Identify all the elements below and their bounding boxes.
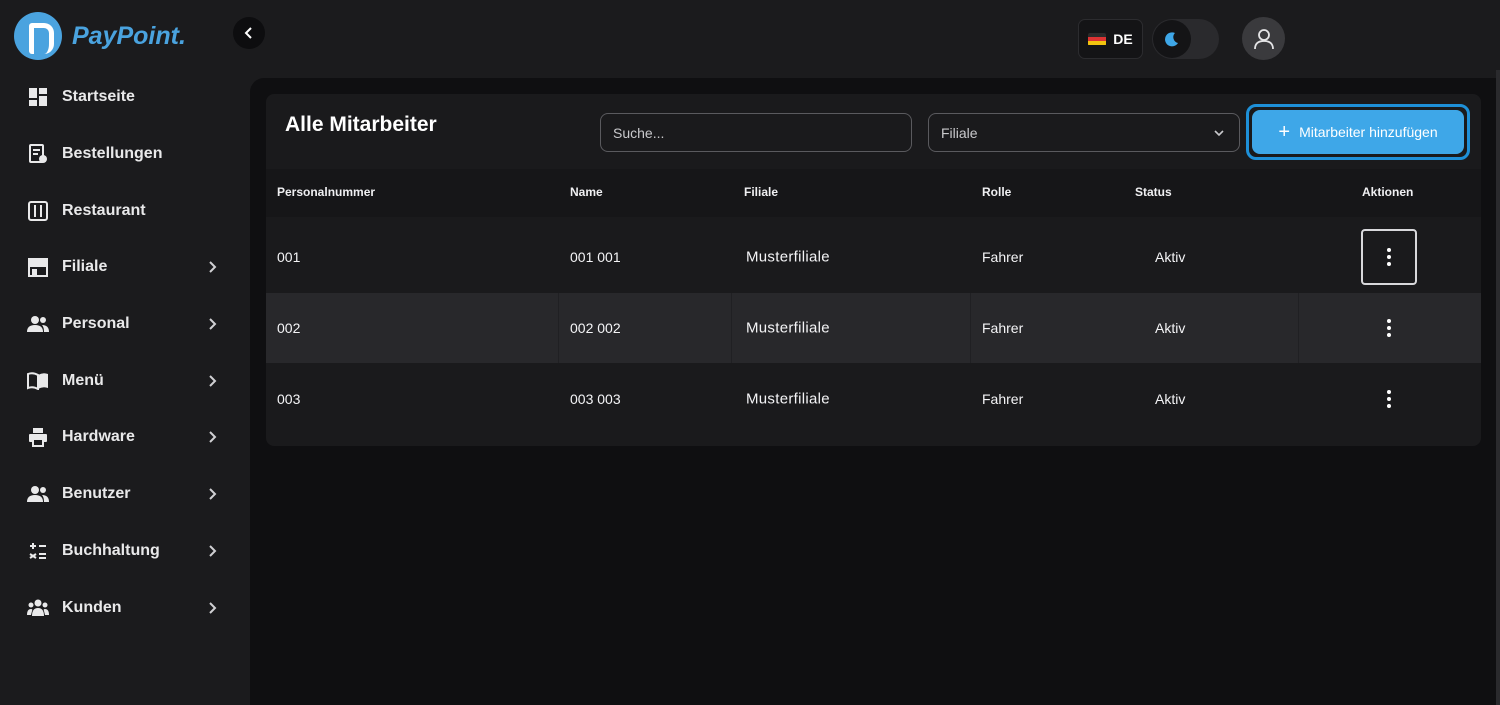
column-header-rolle[interactable]: Rolle <box>982 185 1011 199</box>
chevron-right-icon <box>209 601 217 614</box>
more-vertical-icon <box>1387 319 1391 337</box>
paypoint-logo-icon <box>14 12 62 60</box>
sidebar-item-menu[interactable]: Menü <box>0 352 250 409</box>
sidebar-item-buchhaltung[interactable]: Buchhaltung <box>0 523 250 580</box>
search-input[interactable] <box>600 113 912 152</box>
cell-status: Aktiv <box>1155 249 1186 265</box>
user-icon <box>1253 28 1274 49</box>
chevron-left-icon <box>244 27 252 39</box>
language-selector[interactable]: DE <box>1078 19 1143 59</box>
chevron-right-icon <box>209 318 217 330</box>
theme-toggle[interactable] <box>1152 19 1219 59</box>
add-employee-button[interactable]: + Mitarbeiter hinzufügen <box>1252 110 1464 154</box>
accounting-icon <box>27 540 49 562</box>
sidebar-item-label: Restaurant <box>62 201 146 219</box>
sidebar-item-label: Buchhaltung <box>62 541 160 559</box>
add-employee-button-focus-ring: + Mitarbeiter hinzufügen <box>1246 104 1470 160</box>
add-employee-label: Mitarbeiter hinzufügen <box>1299 124 1438 140</box>
sidebar-item-startseite[interactable]: Startseite <box>0 69 250 126</box>
column-header-status[interactable]: Status <box>1135 185 1172 199</box>
cell-personalnummer: 003 <box>277 391 301 407</box>
sidebar-item-label: Personal <box>62 315 130 333</box>
cell-filiale: Musterfiliale <box>746 390 830 408</box>
sidebar-item-label: Bestellungen <box>62 145 163 163</box>
column-divider <box>1298 293 1299 363</box>
page-title: Alle Mitarbeiter <box>285 113 437 136</box>
menu-book-icon <box>27 370 49 392</box>
chevron-right-icon <box>209 375 217 387</box>
german-flag-icon <box>1088 32 1107 46</box>
column-divider <box>558 293 559 363</box>
sidebar-item-label: Benutzer <box>62 485 131 503</box>
chevron-right-icon <box>209 545 217 557</box>
row-actions-button[interactable] <box>1361 300 1417 356</box>
sidebar-nav: Startseite Bestellungen Restaurant Filia… <box>0 69 250 636</box>
sidebar-item-restaurant[interactable]: Restaurant <box>0 182 250 239</box>
plus-icon: + <box>1278 121 1291 143</box>
chevron-right-icon <box>209 431 217 444</box>
user-avatar-button[interactable] <box>1242 17 1285 60</box>
cell-rolle: Fahrer <box>982 320 1024 336</box>
chevron-right-icon <box>209 488 217 500</box>
table-row[interactable]: 003 003 003 Musterfiliale Fahrer Aktiv <box>266 364 1481 434</box>
restaurant-icon <box>27 200 49 222</box>
cell-name: 002 002 <box>570 320 621 336</box>
sidebar-item-label: Menü <box>62 371 104 389</box>
sidebar-item-hardware[interactable]: Hardware <box>0 409 250 466</box>
table-row[interactable]: 002 002 002 Musterfiliale Fahrer Aktiv <box>266 293 1481 363</box>
sidebar-item-bestellungen[interactable]: Bestellungen <box>0 126 250 183</box>
sidebar-item-personal[interactable]: Personal <box>0 296 250 353</box>
sidebar-item-label: Kunden <box>62 598 122 616</box>
theme-toggle-knob <box>1153 20 1191 58</box>
sidebar-item-label: Filiale <box>62 258 108 276</box>
column-header-aktionen: Aktionen <box>1362 185 1414 199</box>
cell-filiale: Musterfiliale <box>746 248 830 266</box>
cell-name: 001 001 <box>570 249 621 265</box>
row-actions-button[interactable] <box>1361 371 1417 427</box>
column-divider <box>731 293 732 363</box>
people-icon <box>27 313 49 335</box>
logo[interactable]: PayPoint. <box>14 12 186 60</box>
chevron-right-icon <box>209 261 217 274</box>
more-vertical-icon <box>1387 390 1391 408</box>
cell-personalnummer: 002 <box>277 320 301 336</box>
brand-name: PayPoint. <box>72 21 186 50</box>
table-row[interactable]: 001 001 001 Musterfiliale Fahrer Aktiv <box>266 222 1481 292</box>
sidebar-item-kunden[interactable]: Kunden <box>0 579 250 636</box>
cell-rolle: Fahrer <box>982 391 1024 407</box>
cell-filiale: Musterfiliale <box>746 319 830 337</box>
column-header-personalnummer[interactable]: Personalnummer <box>277 185 375 199</box>
customers-icon <box>27 597 49 619</box>
sidebar-item-filiale[interactable]: Filiale <box>0 239 250 296</box>
branch-filter-select[interactable]: Filiale <box>928 113 1240 152</box>
branch-filter-value: Filiale <box>941 124 978 141</box>
users-icon <box>27 483 49 505</box>
sidebar-collapse-button[interactable] <box>233 17 265 49</box>
sidebar-item-label: Hardware <box>62 428 135 446</box>
moon-icon <box>1165 32 1178 47</box>
column-header-name[interactable]: Name <box>570 185 603 199</box>
sidebar-item-benutzer[interactable]: Benutzer <box>0 466 250 523</box>
orders-icon <box>27 143 49 165</box>
chevron-down-icon <box>1214 130 1224 137</box>
printer-icon <box>27 426 49 448</box>
sidebar: PayPoint. Startseite Bestellungen Restau… <box>0 0 250 705</box>
more-vertical-icon <box>1387 248 1391 266</box>
cell-rolle: Fahrer <box>982 249 1024 265</box>
language-label: DE <box>1113 31 1133 47</box>
sidebar-item-label: Startseite <box>62 88 135 106</box>
row-actions-button[interactable] <box>1361 229 1417 285</box>
table-header: Personalnummer Name Filiale Rolle Status… <box>266 169 1481 217</box>
cell-status: Aktiv <box>1155 320 1186 336</box>
column-header-filiale[interactable]: Filiale <box>744 185 778 199</box>
cell-name: 003 003 <box>570 391 621 407</box>
column-divider <box>970 293 971 363</box>
dashboard-icon <box>27 86 49 108</box>
page-scrollbar[interactable] <box>1496 70 1500 705</box>
cell-personalnummer: 001 <box>277 249 301 265</box>
store-icon <box>27 256 49 278</box>
employees-card: Alle Mitarbeiter Filiale + Mitarbeiter h… <box>266 94 1481 446</box>
cell-status: Aktiv <box>1155 391 1186 407</box>
